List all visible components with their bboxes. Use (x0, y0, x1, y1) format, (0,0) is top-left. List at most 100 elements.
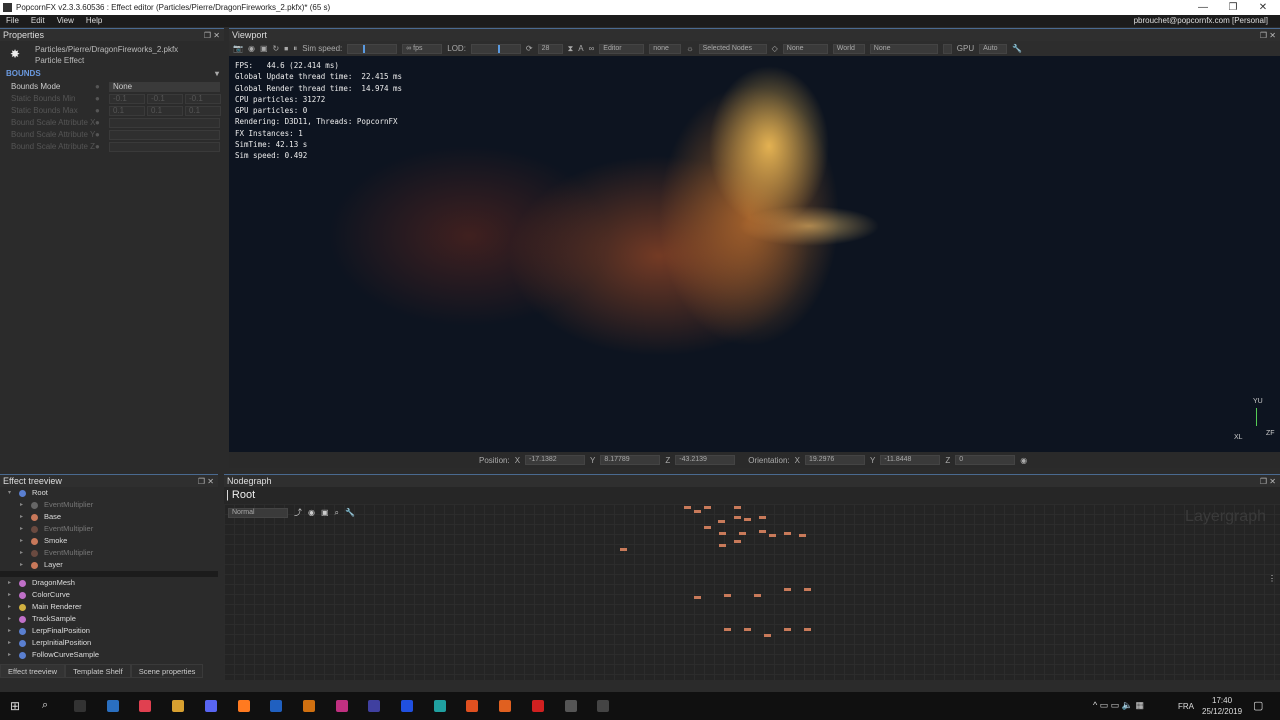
menu-view[interactable]: View (57, 16, 74, 25)
expand-arrow-icon[interactable]: ▾ (8, 487, 11, 499)
frame-icon[interactable]: ▣ (260, 44, 268, 53)
light-icon[interactable]: ☼ (686, 44, 693, 53)
stop-icon[interactable]: ⏹ (284, 44, 288, 54)
start-icon[interactable]: ⊞ (10, 699, 20, 713)
reset-dot-icon[interactable]: ● (95, 81, 100, 93)
graph-node[interactable] (764, 634, 771, 637)
tree-item[interactable]: ▸ TrackSample (0, 613, 218, 625)
graph-node[interactable] (620, 548, 627, 551)
orientation-z[interactable]: 0 (955, 455, 1016, 465)
taskbar-app-icon[interactable] (139, 700, 152, 712)
taskbar-app-icon[interactable] (335, 700, 348, 712)
expand-arrow-icon[interactable]: ▸ (8, 589, 11, 601)
tree-item[interactable]: ▸ EventMultiplier (0, 523, 218, 535)
language[interactable]: FRA (1178, 702, 1194, 711)
taskbar-app-icon[interactable] (204, 700, 217, 712)
graph-node[interactable] (784, 588, 791, 591)
clock-date[interactable]: 25/12/2019 (1202, 707, 1242, 716)
tree-item[interactable]: ▸ EventMultiplier (0, 547, 218, 559)
graph-node[interactable] (754, 594, 761, 597)
tab-scene-properties[interactable]: Scene properties (130, 664, 204, 678)
tree-item[interactable]: ▸ Smoke (0, 535, 218, 547)
search-icon[interactable]: ⌕ (335, 508, 339, 518)
graph-node[interactable] (734, 540, 741, 543)
orientation-x[interactable]: 19.2976 (804, 455, 865, 465)
restart-icon[interactable]: ↻ (273, 44, 280, 53)
tree-item[interactable]: ▸ Base (0, 511, 218, 523)
taskbar-app-icon[interactable] (172, 700, 185, 712)
collapse-icon[interactable]: ▾ (215, 67, 219, 81)
reset-dot-icon[interactable]: ● (95, 129, 100, 141)
close-button[interactable]: ✕ (1248, 0, 1278, 15)
fps-select[interactable]: ∞ fps (402, 43, 443, 54)
text-icon[interactable]: A (578, 44, 583, 53)
graph-node[interactable] (684, 506, 691, 509)
position-z[interactable]: -43.2139 (675, 455, 736, 465)
graph-node[interactable] (694, 510, 701, 513)
camera-mode-select[interactable]: Editor (599, 43, 645, 54)
gizmo-icon[interactable]: ◇ (772, 44, 778, 53)
taskbar-app-icon[interactable] (302, 700, 315, 712)
gpu-checkbox[interactable] (942, 43, 952, 54)
tree-item[interactable]: ▸ Main Renderer (0, 601, 218, 613)
maximize-button[interactable]: ❐ (1218, 0, 1248, 15)
expand-arrow-icon[interactable]: ▸ (20, 559, 23, 571)
graph-node[interactable] (769, 534, 776, 537)
bounds-mode-select[interactable]: None (109, 82, 220, 92)
orientation-y[interactable]: -11.8448 (880, 455, 941, 465)
expand-arrow-icon[interactable]: ▸ (8, 577, 11, 589)
misc-select[interactable]: None (869, 43, 938, 54)
taskbar-app-icon[interactable] (106, 700, 119, 712)
menu-file[interactable]: File (6, 16, 19, 25)
property-field[interactable]: 0.1 (109, 106, 145, 116)
taskbar-app-icon[interactable] (74, 700, 86, 712)
more-icon[interactable]: ⋮ (1268, 574, 1276, 583)
graph-node[interactable] (724, 594, 731, 597)
tree-item[interactable]: ▸ LerpFinalPosition (0, 625, 218, 637)
notification-icon[interactable]: ▢ (1253, 699, 1263, 712)
frame-icon[interactable]: ▣ (321, 508, 329, 517)
graph-node[interactable] (704, 526, 711, 529)
taskbar-app-icon[interactable] (597, 700, 610, 712)
expand-arrow-icon[interactable]: ▸ (8, 637, 11, 649)
expand-arrow-icon[interactable]: ▸ (8, 625, 11, 637)
graph-node[interactable] (694, 596, 701, 599)
graph-node[interactable] (718, 520, 725, 523)
mode-select[interactable]: Normal (228, 507, 288, 518)
tree-item[interactable]: ▾ Root (0, 487, 218, 499)
lod-value[interactable]: 28 (537, 43, 563, 54)
expand-arrow-icon[interactable]: ▸ (20, 535, 23, 547)
expand-arrow-icon[interactable]: ▸ (20, 523, 23, 535)
graph-node[interactable] (719, 544, 726, 547)
3d-scene[interactable]: FPS: 44.6 (22.414 ms) Global Update threa… (229, 56, 1280, 452)
minimize-button[interactable]: — (1188, 0, 1218, 15)
wrench-icon[interactable]: 🔧 (345, 508, 355, 517)
position-x[interactable]: -17.1382 (525, 455, 586, 465)
graph-node[interactable] (704, 506, 711, 509)
tree-item[interactable]: ▸ DragonMesh (0, 577, 218, 589)
gpu-mode-select[interactable]: Auto (979, 43, 1008, 54)
lod-slider[interactable] (470, 43, 521, 54)
wrench-icon[interactable]: 🔧 (1012, 44, 1022, 53)
pause-icon[interactable]: ⏸ (293, 44, 297, 54)
taskbar-app-icon[interactable] (466, 700, 479, 712)
taskbar-app-icon[interactable] (531, 700, 544, 712)
graph-node[interactable] (804, 628, 811, 631)
graph-node[interactable] (734, 506, 741, 509)
tab-effect-treeview[interactable]: Effect treeview (0, 664, 66, 678)
sim-speed-slider[interactable] (347, 43, 398, 54)
gizmo-select[interactable]: None (782, 43, 828, 54)
menu-edit[interactable]: Edit (31, 16, 45, 25)
tree-item[interactable]: ▸ Layer (0, 559, 218, 571)
graph-node[interactable] (799, 534, 806, 537)
property-field[interactable] (109, 142, 220, 152)
property-field[interactable]: 0.1 (185, 106, 221, 116)
shading-select[interactable]: none (649, 43, 682, 54)
selection-select[interactable]: Selected Nodes (698, 43, 767, 54)
expand-arrow-icon[interactable]: ▸ (20, 499, 23, 511)
tree-item[interactable]: ▸ EventMultiplier (0, 499, 218, 511)
expand-arrow-icon[interactable]: ▸ (8, 601, 11, 613)
graph-node[interactable] (734, 516, 741, 519)
reset-dot-icon[interactable]: ● (95, 141, 100, 153)
tree-item[interactable]: ▸ ColorCurve (0, 589, 218, 601)
